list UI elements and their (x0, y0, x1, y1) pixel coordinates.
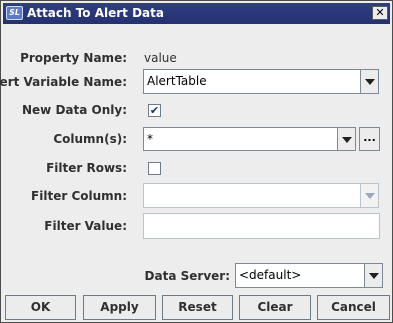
ok-button[interactable]: OK (5, 295, 76, 320)
new-data-only-checkbox[interactable]: ✔ (148, 104, 161, 117)
filter-value-input[interactable] (143, 213, 380, 239)
window-title: Attach To Alert Data (27, 6, 164, 20)
columns-label: Column(s): (53, 132, 127, 146)
check-mark-icon: ✔ (149, 104, 160, 117)
property-name-value: value (144, 51, 177, 65)
data-server-dropdown-button[interactable] (364, 263, 383, 288)
reset-button[interactable]: Reset (162, 295, 233, 320)
columns-dropdown-button[interactable] (337, 127, 356, 151)
apply-button[interactable]: Apply (83, 295, 156, 320)
alert-variable-name-combo[interactable]: AlertTable (143, 69, 361, 94)
property-name-label: Property Name: (20, 51, 127, 65)
filter-column-label: Filter Column: (31, 189, 127, 203)
app-logo-icon: SL (6, 6, 23, 20)
filter-column-combo[interactable] (143, 183, 361, 208)
attach-to-alert-data-dialog: SL Attach To Alert Data ✕ Property Name:… (0, 0, 393, 323)
clear-button[interactable]: Clear (239, 295, 311, 320)
filter-value-label: Filter Value: (44, 219, 127, 233)
alert-variable-name-label: Alert Variable Name: (0, 75, 127, 89)
columns-browse-button[interactable]: ... (359, 127, 380, 151)
filter-rows-label: Filter Rows: (46, 161, 127, 175)
filter-rows-checkbox[interactable] (148, 162, 161, 175)
close-button[interactable]: ✕ (372, 6, 388, 20)
filter-column-dropdown-button[interactable] (360, 183, 379, 208)
data-server-label: Data Server: (144, 269, 230, 283)
new-data-only-label: New Data Only: (22, 103, 127, 117)
data-server-combo[interactable]: <default> (235, 263, 365, 288)
cancel-button[interactable]: Cancel (317, 295, 390, 320)
columns-combo[interactable]: * (143, 127, 338, 151)
alert-variable-dropdown-button[interactable] (360, 69, 379, 94)
title-bar[interactable]: SL Attach To Alert Data ✕ (3, 3, 390, 24)
